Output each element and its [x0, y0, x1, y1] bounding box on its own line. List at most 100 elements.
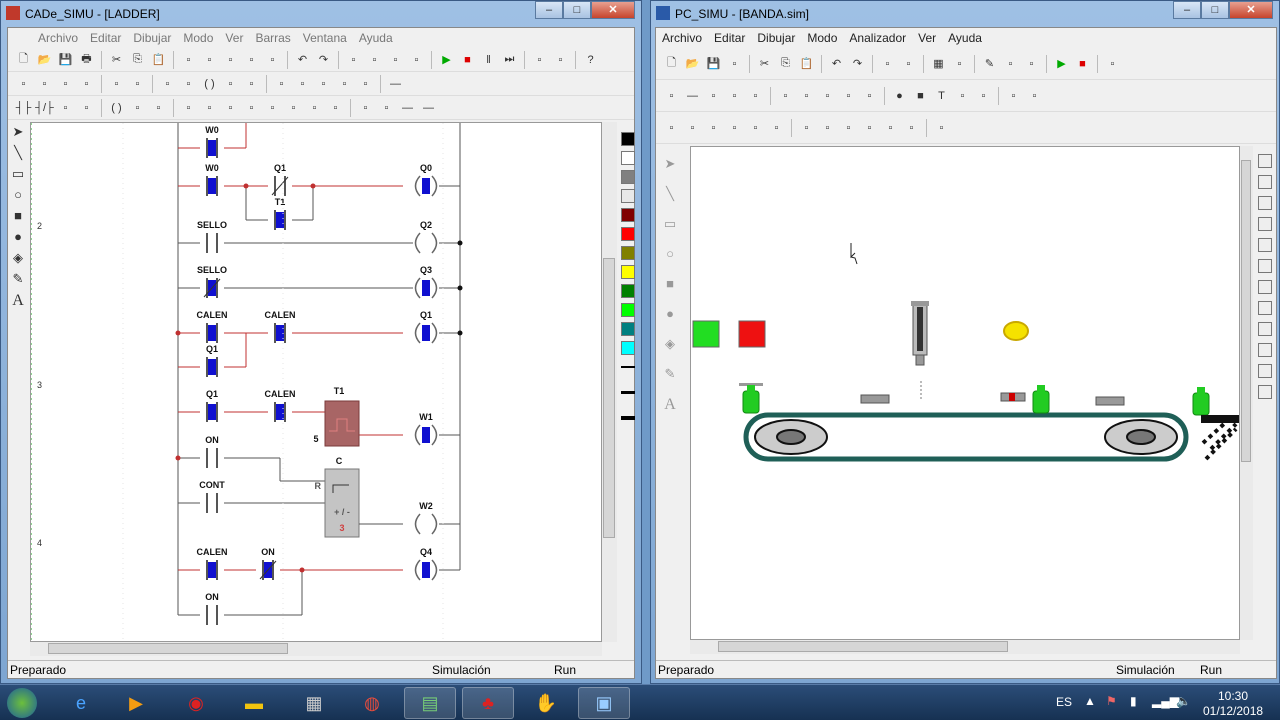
fill-bucket-icon[interactable]: ◈: [8, 250, 28, 269]
horizontal-scrollbar[interactable]: [690, 640, 1240, 654]
monitor-icon[interactable]: ▫: [1001, 54, 1020, 73]
output-coil[interactable]: [413, 277, 439, 299]
start-button[interactable]: [692, 320, 720, 348]
app-orange-icon[interactable]: ✋: [520, 687, 572, 719]
rect-icon[interactable]: ▫: [797, 86, 816, 105]
open-icon[interactable]: 📂: [35, 50, 54, 69]
step-icon[interactable]: ⏭: [500, 50, 519, 69]
relay-icon[interactable]: ▫: [128, 74, 147, 93]
grid-block-icon[interactable]: ▫: [746, 86, 765, 105]
horizontal-scrollbar[interactable]: [30, 642, 602, 656]
output-coil[interactable]: [413, 513, 439, 535]
window2-icon[interactable]: ▫: [551, 50, 570, 69]
palette-color[interactable]: [621, 284, 635, 298]
maximize-button[interactable]: □: [1201, 1, 1229, 19]
minimize-button[interactable]: –: [1173, 1, 1201, 19]
line-width-option[interactable]: [621, 391, 635, 405]
lamp-icon[interactable]: ▫: [14, 74, 33, 93]
palette-color[interactable]: [621, 151, 635, 165]
menu-ayuda[interactable]: Ayuda: [942, 31, 988, 45]
coil-icon[interactable]: ( ): [200, 74, 219, 93]
palette-color[interactable]: [621, 322, 635, 336]
new-icon[interactable]: 🗋: [14, 50, 33, 69]
menu-dibujar[interactable]: Dibujar: [751, 31, 801, 45]
zoom-fit-icon[interactable]: ▫: [221, 50, 240, 69]
minimize-button[interactable]: –: [535, 1, 563, 19]
text-icon[interactable]: T: [932, 86, 951, 105]
align-4-icon[interactable]: ▫: [407, 50, 426, 69]
ctu-icon[interactable]: ▫: [242, 98, 261, 117]
nc-contact[interactable]: [200, 278, 224, 298]
palette-color[interactable]: [621, 170, 635, 184]
set-coil-icon[interactable]: ▫: [128, 98, 147, 117]
run-icon[interactable]: ▶: [1052, 54, 1071, 73]
zoom-in-icon[interactable]: ▫: [179, 50, 198, 69]
hline2-icon[interactable]: —: [419, 98, 438, 117]
pencil-icon[interactable]: ✎: [8, 271, 28, 290]
ton-icon[interactable]: ▫: [179, 98, 198, 117]
palette-item[interactable]: [1258, 343, 1272, 357]
align-1-icon[interactable]: ▫: [344, 50, 363, 69]
coil-icon[interactable]: ( ): [107, 98, 126, 117]
connect2-icon[interactable]: ▫: [314, 74, 333, 93]
undo-icon[interactable]: ↶: [293, 50, 312, 69]
no-contact[interactable]: [268, 210, 292, 230]
internet-explorer-icon[interactable]: e: [55, 687, 107, 719]
print-icon[interactable]: 🖶: [77, 50, 96, 69]
reset-coil-icon[interactable]: ▫: [149, 98, 168, 117]
tof-icon[interactable]: ▫: [200, 98, 219, 117]
zoom-page-icon[interactable]: ▫: [242, 50, 261, 69]
ungroup-icon[interactable]: ▫: [899, 54, 918, 73]
palette-item[interactable]: [1258, 154, 1272, 168]
filled-ellipse-icon[interactable]: ●: [660, 306, 680, 325]
in-icon[interactable]: ▫: [356, 98, 375, 117]
align-2-icon[interactable]: ▫: [365, 50, 384, 69]
palette-color[interactable]: [621, 132, 635, 146]
paste-icon[interactable]: 📋: [149, 50, 168, 69]
pointer-icon[interactable]: ➤: [8, 124, 28, 143]
no-contact[interactable]: [200, 138, 224, 158]
bottle-icon[interactable]: ▫: [818, 118, 837, 137]
network-signal-icon[interactable]: ▂▄▆: [1152, 694, 1179, 708]
app-red-icon[interactable]: ◉: [170, 687, 222, 719]
line-icon[interactable]: ╲: [660, 186, 680, 205]
no-contact-icon[interactable]: ┤├: [14, 98, 33, 117]
redo-icon[interactable]: ↷: [314, 50, 333, 69]
rectangle-icon[interactable]: ▭: [660, 216, 680, 235]
filled-rect-icon[interactable]: ■: [8, 208, 28, 227]
start-button[interactable]: [2, 687, 42, 719]
io-icon[interactable]: ▫: [1103, 54, 1122, 73]
ctd-icon[interactable]: ▫: [263, 98, 282, 117]
palette-color[interactable]: [621, 208, 635, 222]
palette-item[interactable]: [1258, 301, 1272, 315]
plant-icon[interactable]: ▫: [881, 118, 900, 137]
palette-item[interactable]: [1258, 322, 1272, 336]
vertical-scrollbar[interactable]: [1240, 146, 1253, 640]
help-icon[interactable]: ?: [581, 50, 600, 69]
palette-color[interactable]: [621, 341, 635, 355]
line-icon[interactable]: —: [386, 74, 405, 93]
open-icon[interactable]: 📂: [683, 54, 702, 73]
menu-ver[interactable]: Ver: [912, 31, 942, 45]
contact2-icon[interactable]: ▫: [179, 74, 198, 93]
switch-icon[interactable]: ▫: [56, 74, 75, 93]
conveyor-icon[interactable]: ▫: [902, 118, 921, 137]
ellipse-icon[interactable]: ○: [660, 246, 680, 265]
title-bar[interactable]: CADe_SIMU - [LADDER] – □ ✕: [1, 1, 641, 27]
volume-icon[interactable]: 🔈: [1176, 694, 1191, 708]
menu-analizador[interactable]: Analizador: [843, 31, 912, 45]
line-icon[interactable]: —: [683, 86, 702, 105]
menu-ver[interactable]: Ver: [219, 31, 249, 45]
nc-contact[interactable]: [268, 176, 292, 196]
pointer-icon[interactable]: ➤: [660, 156, 680, 175]
circle-icon[interactable]: ●: [890, 86, 909, 105]
fuse-icon[interactable]: ▫: [35, 74, 54, 93]
paste-icon[interactable]: 📋: [797, 54, 816, 73]
ladder-canvas[interactable]: W0 W0 Q1 T1 Q0 SELLO Q2 SELLO Q3 CALEN CALEN Q1 Q1 Q1…: [30, 122, 602, 643]
close-button[interactable]: ✕: [591, 1, 635, 19]
show-hidden-icons[interactable]: ▲: [1084, 694, 1096, 708]
palette-item[interactable]: [1258, 385, 1272, 399]
zoom-out-icon[interactable]: ▫: [200, 50, 219, 69]
coil2-icon[interactable]: ▫: [221, 74, 240, 93]
nc-contact-icon[interactable]: ┤/├: [35, 98, 54, 117]
